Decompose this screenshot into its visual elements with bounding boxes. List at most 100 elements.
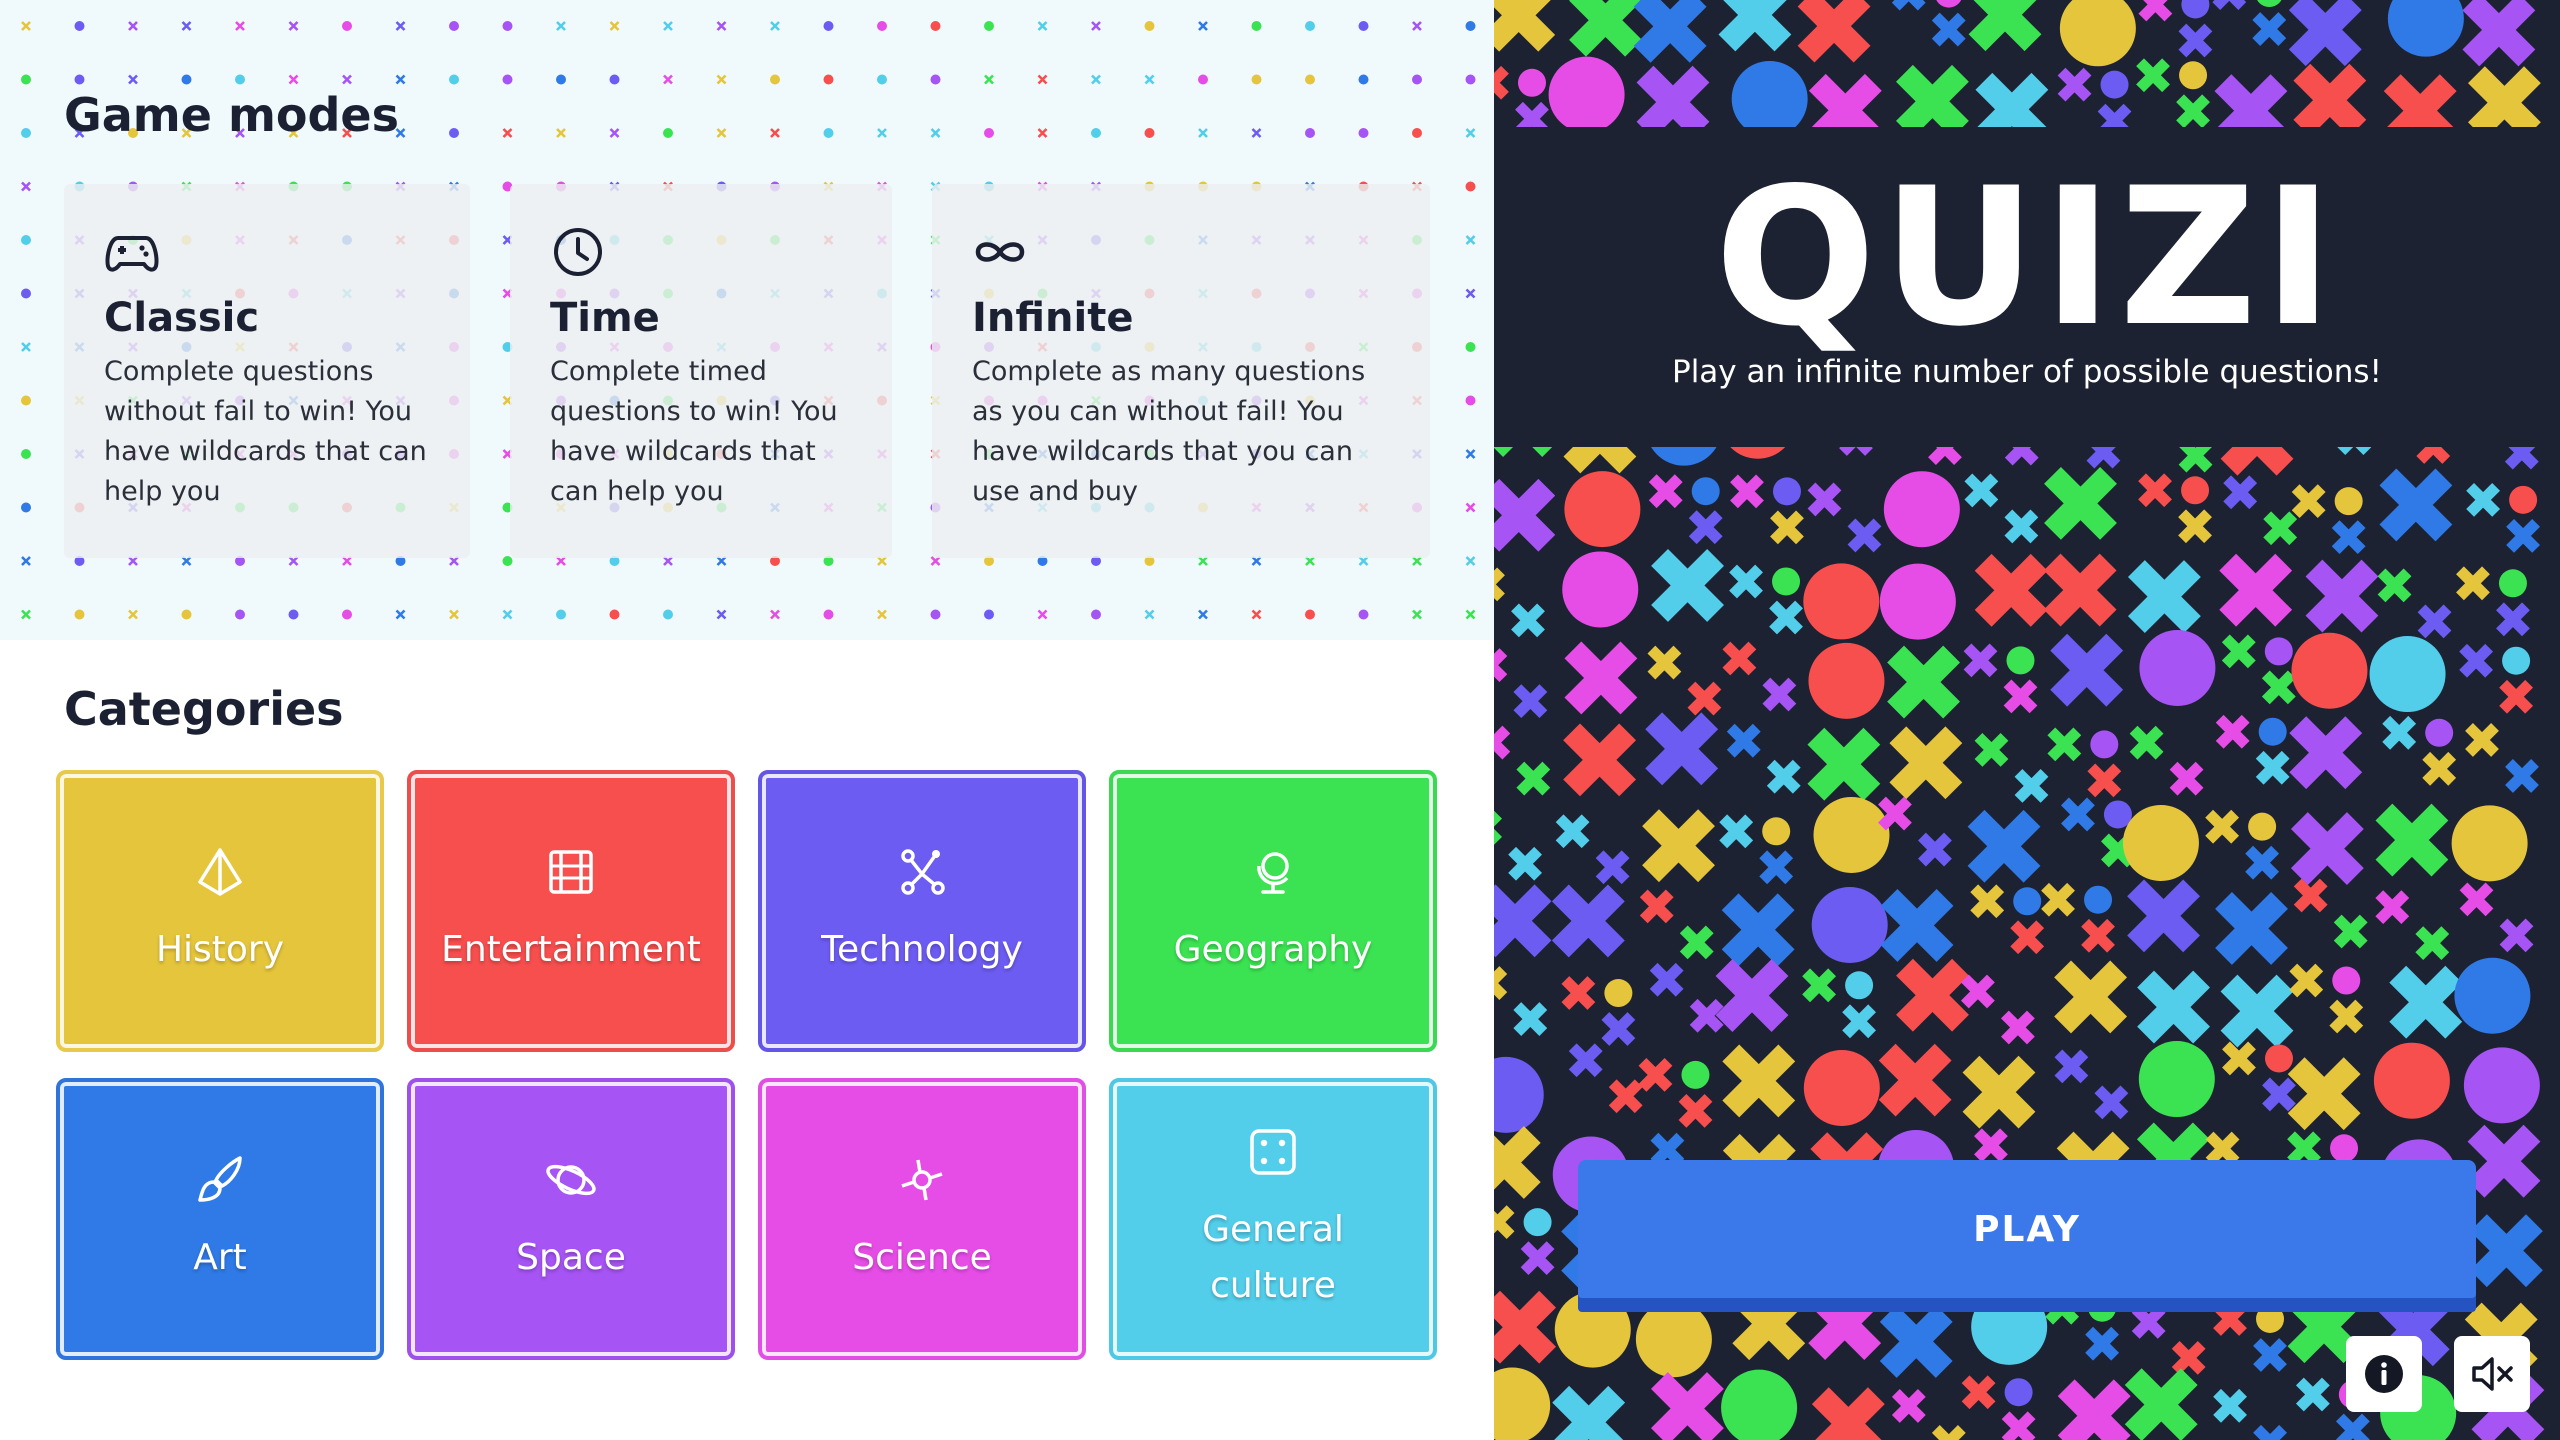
pattern-x-shape xyxy=(1494,1290,1556,1364)
pattern-cross xyxy=(128,74,138,85)
pattern-circle xyxy=(2004,1378,2033,1407)
pattern-x-shape xyxy=(2253,1424,2287,1440)
pattern-cross xyxy=(21,556,31,566)
pattern-dot xyxy=(21,502,31,513)
pattern-circle xyxy=(1691,477,1720,506)
pattern-cross xyxy=(449,609,459,620)
pattern-cross xyxy=(1412,609,1422,620)
pattern-cross xyxy=(1465,502,1476,513)
category-technology[interactable]: Technology xyxy=(758,770,1086,1052)
pattern-dot xyxy=(181,74,192,85)
pattern-x-shape xyxy=(1678,1093,1713,1128)
category-art[interactable]: Art xyxy=(56,1078,384,1360)
pattern-cross xyxy=(1251,128,1262,138)
pattern-dot xyxy=(984,21,994,31)
pattern-x-shape xyxy=(2215,714,2250,749)
pattern-cross xyxy=(984,74,994,85)
pattern-circle xyxy=(1762,817,1791,846)
pattern-cross xyxy=(1091,21,1101,31)
pattern-dot xyxy=(823,128,834,138)
pattern-circle xyxy=(2103,800,2132,829)
category-space[interactable]: Space xyxy=(407,1078,735,1360)
pattern-cross xyxy=(663,74,673,85)
pattern-circle xyxy=(2257,0,2282,8)
pattern-circle xyxy=(1681,1060,1710,1089)
pattern-dot xyxy=(74,74,85,85)
network-icon xyxy=(901,849,945,895)
pattern-circle xyxy=(1883,471,1960,548)
pattern-circle xyxy=(2256,1304,2285,1333)
left-panel: Game modes Classic Complete questions wi… xyxy=(0,0,1494,1440)
pattern-cross xyxy=(1465,288,1476,299)
mode-card-infinite[interactable]: Infinite Complete as many questions as y… xyxy=(932,184,1430,558)
pattern-x-shape xyxy=(1891,1389,1926,1423)
pattern-dot xyxy=(1358,21,1369,31)
pattern-cross xyxy=(1037,74,1048,85)
pattern-x-shape xyxy=(2459,882,2494,917)
pattern-x-shape xyxy=(2176,94,2210,129)
pattern-x-shape xyxy=(1896,64,1969,138)
play-button[interactable]: PLAY xyxy=(1578,1160,2476,1298)
pattern-x-shape xyxy=(2127,560,2201,634)
pattern-x-shape xyxy=(1931,12,1966,47)
pattern-dot xyxy=(930,609,941,620)
pattern-dot xyxy=(21,288,31,299)
pattern-circle xyxy=(1772,477,1801,506)
pattern-x-shape xyxy=(1889,726,1963,800)
pattern-circle xyxy=(1721,1369,1798,1440)
category-label: Technology xyxy=(821,929,1023,970)
pattern-cross xyxy=(1465,128,1476,138)
pattern-circle xyxy=(2369,636,2446,713)
pattern-cross xyxy=(181,21,192,31)
pattern-x-shape xyxy=(1878,796,1912,831)
mode-card-classic[interactable]: Classic Complete questions without fail … xyxy=(64,184,470,558)
game-modes-title: Game modes xyxy=(64,88,399,142)
category-entertainment[interactable]: Entertainment xyxy=(407,770,735,1052)
pattern-cross xyxy=(395,74,406,85)
pattern-x-shape xyxy=(1729,564,1763,599)
category-history[interactable]: History xyxy=(56,770,384,1052)
category-label: Entertainment xyxy=(441,929,701,970)
pattern-x-shape xyxy=(1802,968,1836,1003)
pattern-x-shape xyxy=(1494,478,1556,552)
pattern-x-shape xyxy=(2289,963,2324,998)
pattern-circle xyxy=(2509,485,2538,514)
pattern-cross xyxy=(1198,128,1208,138)
pattern-cross xyxy=(1198,21,1208,31)
pattern-cross xyxy=(342,74,352,85)
pattern-x-shape xyxy=(2169,761,2204,796)
pattern-x-shape xyxy=(1494,966,1508,1000)
pattern-x-shape xyxy=(1511,603,1545,638)
info-button[interactable] xyxy=(2346,1336,2422,1412)
pattern-x-shape xyxy=(1896,958,1969,1032)
category-geography[interactable]: Geography xyxy=(1109,770,1437,1052)
pattern-dot xyxy=(1198,74,1208,85)
pattern-x-shape xyxy=(2205,1131,2240,1166)
pattern-x-shape xyxy=(2465,723,2499,757)
pattern-x-shape xyxy=(1687,681,1722,716)
pattern-dot xyxy=(74,609,85,620)
planet-icon xyxy=(546,1164,596,1196)
mute-button[interactable] xyxy=(2454,1336,2530,1412)
pattern-x-shape xyxy=(1879,1305,1953,1378)
pattern-x-shape xyxy=(2293,63,2367,137)
pattern-x-shape xyxy=(2417,604,2452,639)
pattern-cross xyxy=(1305,556,1315,566)
pattern-x-shape xyxy=(1880,889,1954,962)
mode-description: Complete as many questions as you can wi… xyxy=(972,356,1366,507)
mode-description: Complete questions without fail to win! … xyxy=(104,356,427,507)
pattern-x-shape xyxy=(1651,549,1724,622)
pattern-x-shape xyxy=(2389,965,2463,1039)
category-science[interactable]: Science xyxy=(758,1078,1086,1360)
pattern-x-shape xyxy=(1878,1043,1952,1117)
mode-card-time[interactable]: Time Complete timed questions to win! Yo… xyxy=(510,184,892,558)
category-general-culture[interactable]: General culture xyxy=(1109,1078,1437,1360)
pattern-x-shape xyxy=(2289,716,2363,790)
pattern-x-shape xyxy=(2305,559,2379,633)
pattern-x-shape xyxy=(1648,474,1683,509)
pattern-x-shape xyxy=(2131,1304,2166,1339)
pattern-circle xyxy=(1517,68,1546,97)
pattern-circle xyxy=(1971,1288,2048,1365)
pattern-x-shape xyxy=(2288,0,2362,67)
pattern-dot xyxy=(1091,609,1101,620)
